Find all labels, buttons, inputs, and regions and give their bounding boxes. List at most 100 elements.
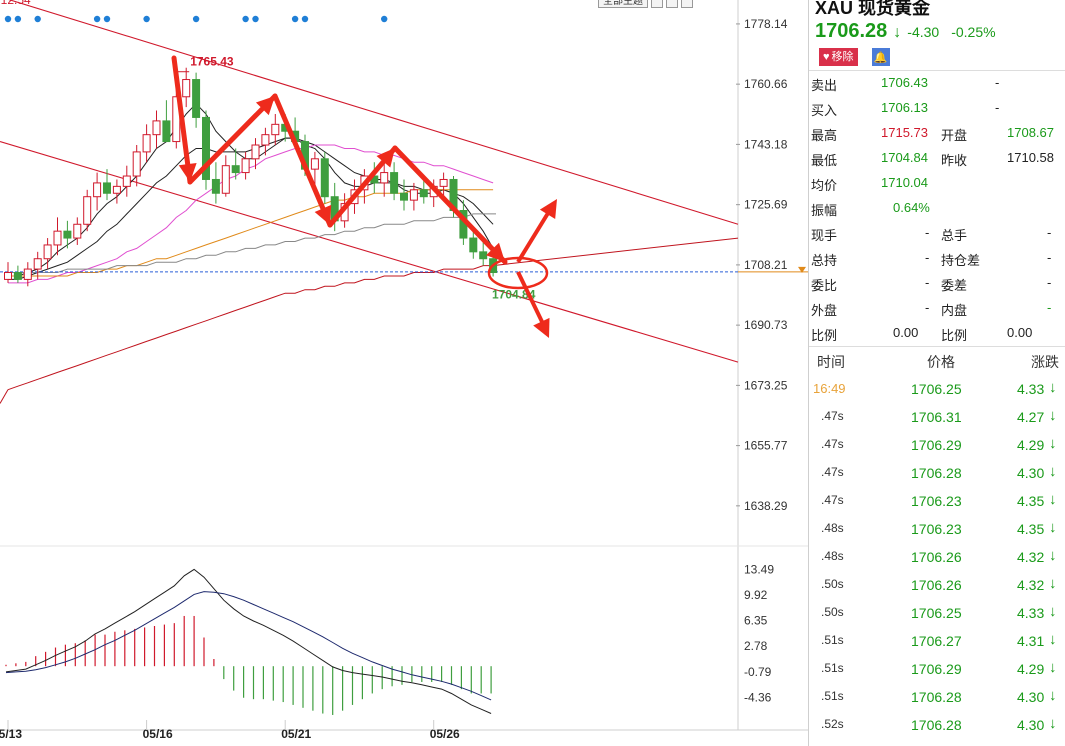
remove-favorite-button[interactable]: ♥ 移除	[819, 48, 858, 66]
tick-change: 4.30	[1017, 465, 1045, 481]
channel-lower-line	[0, 141, 739, 363]
toolbar-button-1[interactable]	[651, 0, 663, 8]
moving-average-line	[7, 237, 739, 391]
quote-value: 0.00	[1007, 325, 1033, 340]
moving-average-line-start	[0, 389, 9, 404]
quote-label: 开盘	[941, 128, 968, 143]
tick-price: 1706.27	[911, 633, 962, 649]
tick-time: .50s	[821, 605, 844, 619]
x-date-label: 05/26	[430, 727, 460, 741]
divider	[809, 346, 1065, 347]
event-dot	[301, 15, 309, 23]
theme-select[interactable]: 全部主题	[598, 0, 648, 8]
event-dot	[14, 15, 22, 23]
tick-time: 16:49	[813, 381, 846, 396]
quote-row: 委比 - 委差 -	[809, 271, 1065, 296]
quote-value: -	[925, 275, 930, 290]
kline-chart-area[interactable]: 1778.14 1760.66 1743.18 1725.69 1708.21 1690.…	[0, 0, 808, 746]
down-arrow-icon: ↓	[1049, 491, 1057, 508]
tick-change: 4.33	[1017, 381, 1045, 397]
ticks-header-price: 价格	[927, 354, 955, 370]
quote-value: -	[925, 250, 930, 265]
down-arrow-icon: ↓	[1049, 603, 1057, 620]
candle-up	[23, 268, 32, 280]
tick-change: 4.32	[1017, 549, 1045, 565]
quote-value: 0.00	[893, 325, 919, 340]
candle-down	[13, 272, 22, 280]
quote-label: 外盘	[811, 303, 838, 318]
quote-value: -	[1047, 275, 1052, 290]
candle-down	[63, 230, 72, 239]
event-dot	[34, 15, 41, 23]
quote-row: 最低 1704.84 昨收 1710.58	[809, 146, 1065, 171]
y-tick-label: 1690.73	[744, 318, 788, 332]
candle-down	[162, 120, 171, 143]
candle-up	[112, 185, 121, 194]
candle-up	[310, 158, 319, 170]
down-arrow-icon: ↓	[1049, 659, 1057, 676]
price-change-pct: -0.25%	[951, 24, 996, 40]
event-dot	[381, 15, 388, 23]
y-tick-label: 1743.18	[744, 137, 788, 151]
high-price-label: 1765.43	[190, 55, 234, 69]
down-arrow-icon: ↓	[1049, 547, 1057, 564]
last-price: 1706.28	[815, 20, 888, 42]
price-row: 1706.28 ↓ -4.30 -0.25%	[815, 20, 996, 43]
quote-value: -	[1047, 250, 1052, 265]
candle-up	[271, 123, 280, 136]
quote-label: 比例	[811, 328, 838, 343]
tick-row: .50s 1706.26 4.32 ↓	[809, 571, 1065, 599]
ticks-header: 时间 价格 涨跌	[809, 348, 1065, 372]
candle-down	[103, 182, 111, 194]
tick-time: .52s	[821, 717, 844, 731]
event-dot	[252, 15, 259, 23]
heart-icon: ♥	[823, 51, 830, 63]
event-dot	[143, 15, 150, 23]
candle-down	[320, 158, 329, 198]
quote-label: 买入	[811, 103, 838, 118]
quote-label: 现手	[811, 228, 838, 243]
quote-value: 1704.84	[881, 150, 928, 165]
macd-y-tick-label: -0.79	[744, 665, 772, 679]
tick-row: .47s 1706.29 4.29 ↓	[809, 431, 1065, 459]
tick-change: 4.29	[1017, 661, 1045, 677]
toolbar-button-3[interactable]	[681, 0, 693, 8]
quote-value: 1710.04	[881, 175, 928, 190]
tick-row: .51s 1706.29 4.29 ↓	[809, 655, 1065, 683]
y-tick-label: 1760.66	[744, 77, 788, 91]
y-tick-label: 1673.25	[744, 378, 788, 392]
quote-label: 卖出	[811, 78, 838, 93]
tick-row: .51s 1706.27 4.31 ↓	[809, 627, 1065, 655]
quote-label: 总持	[811, 253, 838, 268]
kline-chart[interactable]: 1778.14 1760.66 1743.18 1725.69 1708.21 1690.…	[0, 0, 808, 746]
toolbar-button-2[interactable]	[666, 0, 678, 8]
remove-label: 移除	[831, 51, 854, 63]
tick-change: 4.27	[1017, 409, 1045, 425]
alert-bell-button[interactable]: 🔔	[871, 48, 890, 66]
x-date-label: 05/21	[281, 727, 311, 741]
quote-value: 0.64%	[893, 200, 930, 215]
quote-row: 买入 1706.13 -	[809, 96, 1065, 121]
candle-down	[419, 189, 428, 198]
candle-up	[409, 189, 418, 201]
tick-time: .47s	[821, 493, 844, 507]
candle-up	[439, 178, 448, 187]
candle-up	[182, 79, 191, 98]
tick-row: .48s 1706.23 4.35 ↓	[809, 515, 1065, 543]
tick-row: 16:49 1706.25 4.33 ↓	[809, 375, 1065, 403]
quote-row: 比例 0.00 比例 0.00	[809, 321, 1065, 346]
candle-up	[261, 134, 270, 146]
down-arrow-icon: ↓	[1049, 715, 1057, 732]
candle-up	[4, 272, 12, 280]
candle-up	[142, 134, 151, 153]
tick-change: 4.32	[1017, 577, 1045, 593]
ticks-header-time: 时间	[817, 354, 845, 370]
tick-price: 1706.25	[911, 381, 962, 397]
y-tick-label: 1725.69	[744, 198, 788, 212]
quote-label: 内盘	[941, 303, 968, 318]
quote-value: -	[925, 300, 930, 315]
down-arrow-icon: ↓	[1049, 519, 1057, 536]
event-dot	[4, 15, 12, 23]
macd-y-tick-label: 6.35	[744, 614, 768, 628]
candle-down	[400, 192, 408, 201]
